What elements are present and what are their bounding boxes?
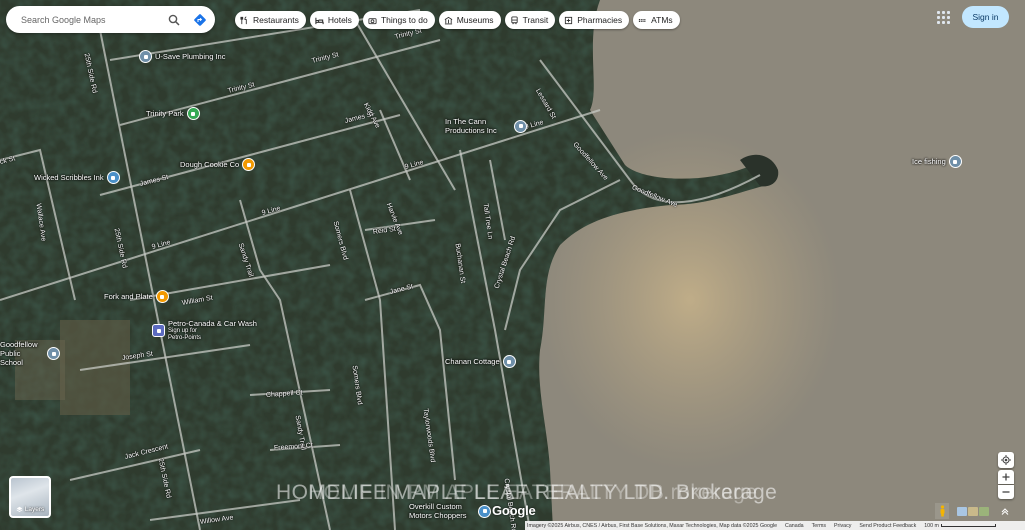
shopping-pin-icon	[106, 171, 120, 184]
fork-knife-icon	[240, 15, 247, 24]
search-input[interactable]	[19, 13, 163, 26]
map-footer: Imagery ©2025 Airbus, CNES / Airbus, Fir…	[525, 521, 1025, 530]
camera-icon	[368, 17, 377, 24]
scale-line	[940, 524, 996, 527]
poi-fork-and-plate[interactable]: Fork and Plate	[104, 290, 169, 303]
directions-icon[interactable]	[189, 9, 211, 31]
bed-icon	[315, 17, 324, 24]
layers-label: Layers	[24, 506, 45, 513]
street-view-pegman[interactable]	[935, 503, 949, 519]
sign-in-button[interactable]: Sign in	[962, 6, 1009, 28]
poi-ice-fishing[interactable]: Ice fishing	[912, 155, 962, 168]
poi-overkill-custom[interactable]: Overkill Custom Motors Choppers	[409, 502, 491, 520]
google-logo: Google	[492, 503, 536, 518]
category-chips: Restaurants Hotels Things to do Museums …	[235, 11, 680, 29]
activity-pin-icon	[948, 155, 962, 168]
footer-link-terms[interactable]: Terms	[812, 523, 826, 529]
lodging-pin-icon	[502, 355, 516, 368]
poi-in-the-cann[interactable]: In The Cann Productions Inc	[445, 117, 527, 135]
expand-thumbs-button[interactable]	[997, 503, 1013, 519]
plus-icon	[1002, 473, 1010, 481]
chip-transit[interactable]: Transit	[504, 11, 556, 29]
zoom-in-button[interactable]	[998, 470, 1014, 484]
atm-icon	[639, 18, 647, 22]
gas-pin-icon	[152, 324, 165, 337]
poi-goodfellow-school[interactable]: Goodfellow Public School	[0, 340, 60, 367]
search-box[interactable]	[6, 6, 215, 33]
chevron-up-icon	[1001, 508, 1009, 515]
chip-atms[interactable]: ATMs	[633, 11, 680, 29]
poi-chanan-cottage[interactable]: Chanan Cottage	[445, 355, 516, 368]
chip-pharmacies[interactable]: Pharmacies	[559, 11, 630, 29]
service-pin-icon	[478, 504, 491, 518]
minus-icon	[1002, 491, 1010, 493]
poi-petro-canada[interactable]: Petro-Canada & Car Wash Sign up for Petr…	[152, 319, 257, 342]
satellite-view-thumb[interactable]	[979, 506, 989, 516]
footer-link-canada[interactable]: Canada	[785, 523, 804, 529]
footer-link-feedback[interactable]: Send Product Feedback	[859, 523, 916, 529]
map-type-thumbnails[interactable]	[953, 503, 993, 519]
food-pin-icon	[242, 158, 256, 171]
store-pin-icon	[514, 119, 527, 133]
google-apps-icon[interactable]	[934, 8, 952, 26]
terrain-view-thumb[interactable]	[968, 506, 978, 516]
store-pin-icon	[139, 50, 152, 63]
chip-museums[interactable]: Museums	[438, 11, 501, 29]
poi-dough-cookie[interactable]: Dough Cookie Co	[180, 158, 256, 171]
train-icon	[510, 15, 518, 24]
pegman-icon	[940, 505, 944, 517]
chip-hotels[interactable]: Hotels	[309, 11, 359, 29]
layers-icon	[16, 506, 23, 513]
chip-things-to-do[interactable]: Things to do	[362, 11, 435, 29]
scale-bar[interactable]: 100 m	[924, 523, 996, 529]
park-pin-icon	[186, 107, 200, 120]
poi-u-save-plumbing[interactable]: U-Save Plumbing Inc	[139, 50, 225, 63]
zoom-out-button[interactable]	[998, 485, 1014, 499]
pharmacy-icon	[565, 16, 573, 24]
my-location-icon	[1001, 455, 1011, 465]
poi-trinity-park[interactable]: Trinity Park	[146, 107, 200, 120]
map-view-thumb[interactable]	[957, 506, 967, 516]
food-pin-icon	[155, 290, 169, 303]
school-pin-icon	[47, 347, 60, 360]
satellite-map[interactable]: Trinity St Trinity St Trinity St James S…	[0, 0, 1025, 530]
footer-link-privacy[interactable]: Privacy	[834, 523, 851, 529]
imagery-attribution: Imagery ©2025 Airbus, CNES / Airbus, Fir…	[527, 522, 778, 529]
chip-restaurants[interactable]: Restaurants	[235, 11, 306, 29]
poi-wicked-scribbles[interactable]: Wicked Scribbles Ink	[34, 171, 120, 184]
scale-label: 100 m	[924, 522, 939, 529]
layers-button[interactable]: Layers	[9, 476, 51, 518]
museum-icon	[444, 16, 453, 24]
my-location-button[interactable]	[998, 452, 1014, 468]
search-icon[interactable]	[163, 9, 185, 31]
